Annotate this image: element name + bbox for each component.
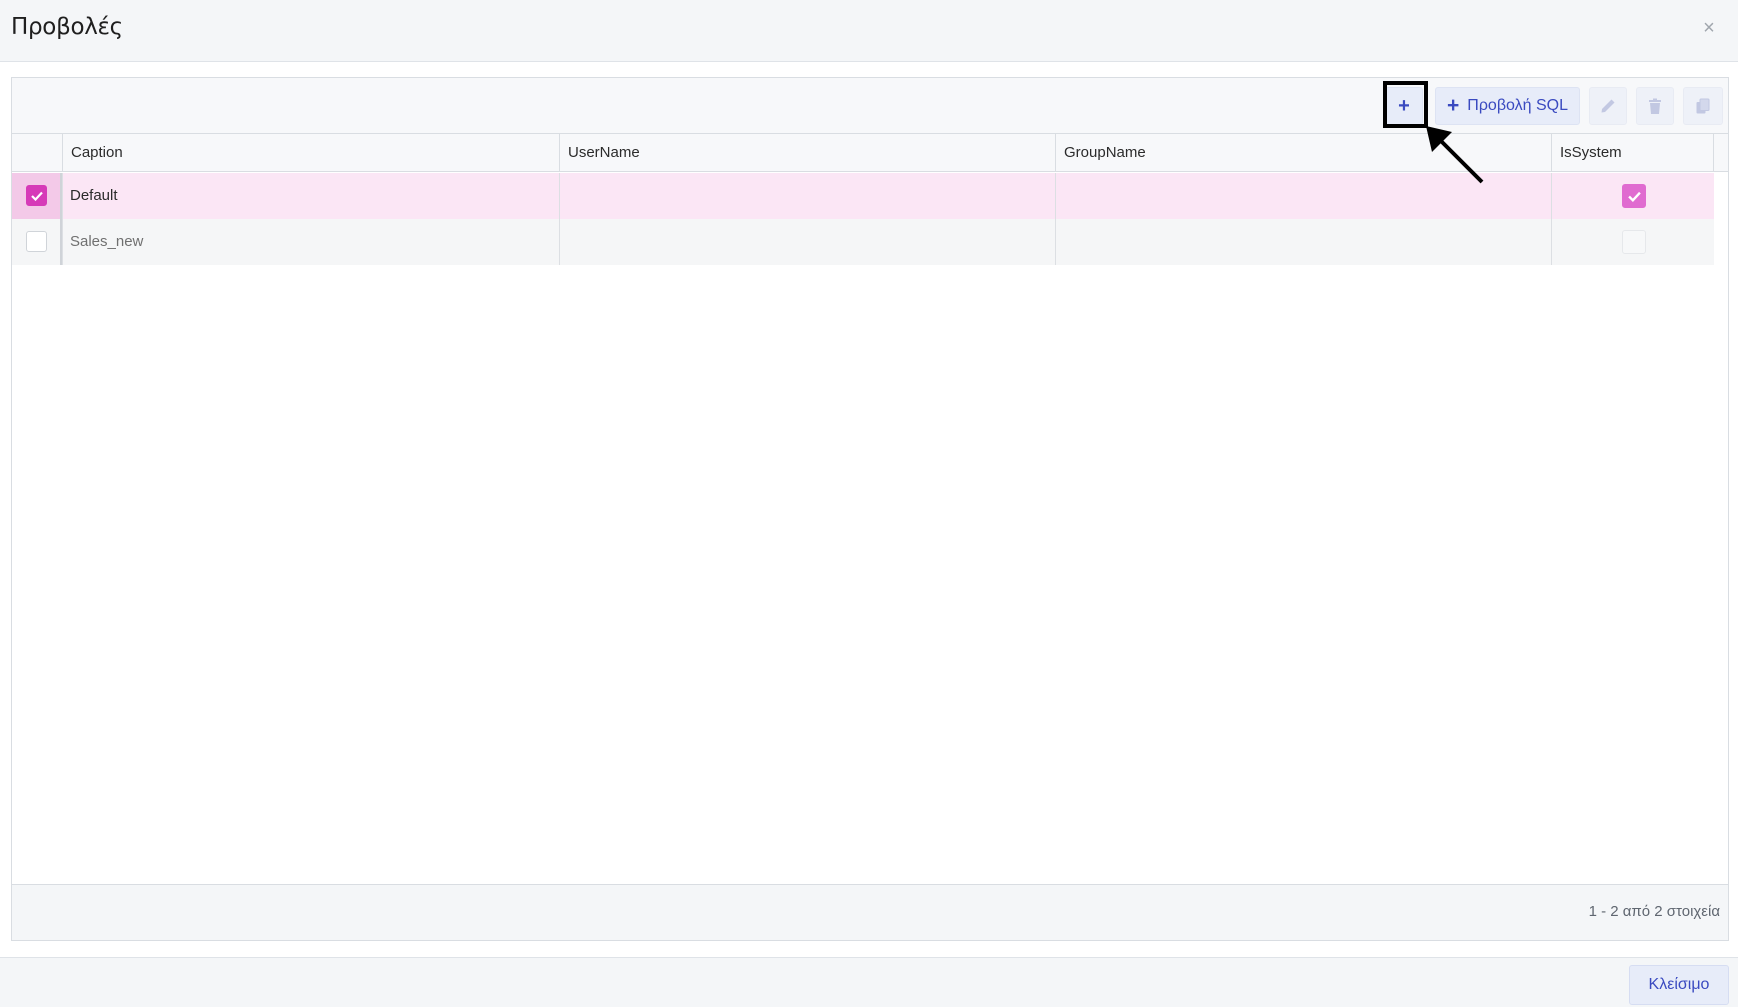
grid-toolbar: + + Προβολή SQL bbox=[12, 78, 1728, 134]
add-sql-view-label: Προβολή SQL bbox=[1467, 97, 1568, 114]
table-row[interactable]: Sales_new bbox=[12, 219, 1714, 265]
add-sql-view-button[interactable]: + Προβολή SQL bbox=[1435, 87, 1580, 125]
issystem-cell bbox=[1551, 219, 1714, 265]
dialog-footer: Κλείσιμο bbox=[0, 957, 1738, 1007]
row-select-cell bbox=[12, 173, 62, 219]
edit-view-button[interactable] bbox=[1589, 87, 1627, 125]
groupname-cell bbox=[1055, 173, 1551, 219]
issystem-checkbox bbox=[1622, 230, 1646, 254]
close-icon[interactable]: × bbox=[1698, 17, 1720, 39]
column-header-username[interactable]: UserName bbox=[559, 134, 1055, 172]
plus-icon: + bbox=[1398, 94, 1410, 117]
pencil-icon bbox=[1601, 99, 1615, 113]
add-view-button[interactable]: + bbox=[1385, 87, 1423, 125]
column-header-groupname[interactable]: GroupName bbox=[1055, 134, 1551, 172]
table-header: Caption UserName GroupName IsSystem bbox=[12, 134, 1728, 172]
issystem-cell bbox=[1551, 173, 1714, 219]
delete-view-button[interactable] bbox=[1636, 87, 1674, 125]
checkmark-icon bbox=[1627, 191, 1641, 202]
close-button[interactable]: Κλείσιμο bbox=[1629, 965, 1729, 1005]
dialog-title: Προβολές bbox=[11, 14, 123, 40]
trash-icon bbox=[1649, 98, 1661, 114]
views-grid: + + Προβολή SQL Caption UserName GroupNa… bbox=[11, 77, 1729, 941]
issystem-checkbox bbox=[1622, 184, 1646, 208]
plus-icon: + bbox=[1447, 94, 1460, 117]
dialog-header: Προβολές × bbox=[0, 0, 1738, 62]
views-dialog: Προβολές × + + Προβολή SQL Caption UserN… bbox=[0, 0, 1738, 1007]
caption-cell: Sales_new bbox=[62, 219, 559, 265]
username-cell bbox=[559, 219, 1055, 265]
column-header-caption[interactable]: Caption bbox=[62, 134, 559, 172]
checkmark-icon bbox=[30, 191, 43, 201]
grid-pager: 1 - 2 από 2 στοιχεία bbox=[12, 884, 1728, 940]
row-select-checkbox[interactable] bbox=[26, 185, 47, 206]
row-select-checkbox[interactable] bbox=[26, 231, 47, 252]
groupname-cell bbox=[1055, 219, 1551, 265]
username-cell bbox=[559, 173, 1055, 219]
table-row[interactable]: Default bbox=[12, 173, 1714, 219]
row-select-cell bbox=[12, 219, 62, 265]
copy-icon bbox=[1696, 98, 1710, 113]
copy-view-button[interactable] bbox=[1683, 87, 1723, 125]
pager-info: 1 - 2 από 2 στοιχεία bbox=[1588, 903, 1720, 920]
select-column-header bbox=[12, 134, 62, 172]
column-header-issystem[interactable]: IsSystem bbox=[1551, 134, 1714, 172]
caption-cell: Default bbox=[62, 173, 559, 219]
